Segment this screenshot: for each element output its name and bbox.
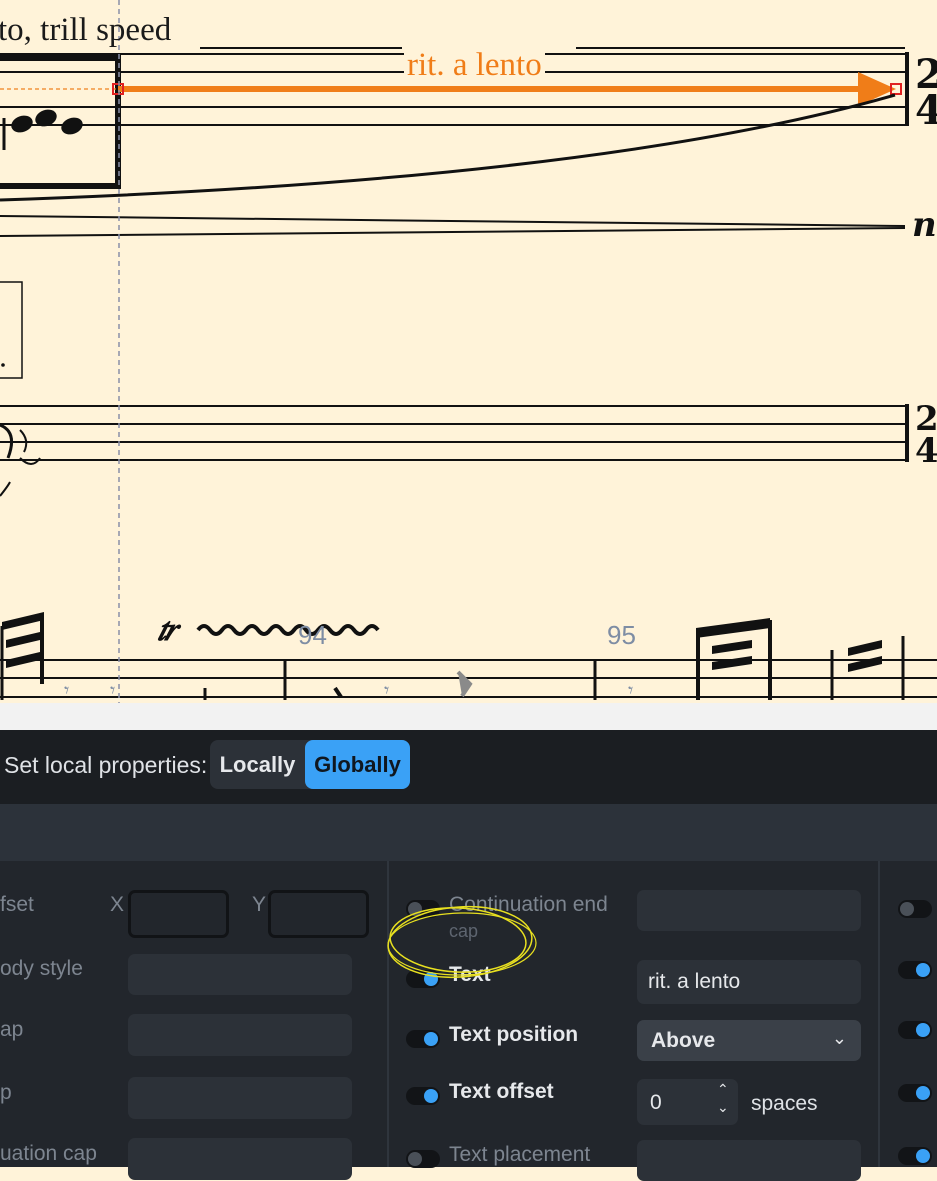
bar-number-94: 94 xyxy=(298,620,327,650)
group-header-bar xyxy=(0,804,937,861)
text-offset-value: 0 xyxy=(650,1091,662,1114)
cap-label: ap xyxy=(0,1018,24,1041)
scope-toggle: Locally Globally xyxy=(210,740,410,789)
start-cap-select[interactable] xyxy=(128,1014,352,1056)
text-input[interactable]: rit. a lento xyxy=(637,960,861,1004)
text-position-label: Text position xyxy=(449,1023,579,1046)
right-column-toggle-2[interactable] xyxy=(898,961,932,979)
text-toggle[interactable] xyxy=(406,970,440,988)
globally-button[interactable]: Globally xyxy=(305,740,410,789)
svg-text:4: 4 xyxy=(915,431,937,471)
svg-text:4: 4 xyxy=(915,87,937,134)
set-local-properties-label: Set local properties: xyxy=(4,752,208,778)
right-column-toggle-1[interactable] xyxy=(898,900,932,918)
text-placement-select[interactable] xyxy=(637,1140,861,1181)
tempo-text[interactable]: to, trill speed xyxy=(0,12,171,49)
right-column-toggle-5[interactable] xyxy=(898,1147,932,1165)
end-cap-label: p xyxy=(0,1081,12,1104)
rit-line-text[interactable]: rit. a lento xyxy=(404,46,545,84)
svg-text:𝆖: 𝆖 xyxy=(157,609,182,649)
text-placement-toggle[interactable] xyxy=(406,1150,440,1168)
end-cap-select[interactable] xyxy=(128,1077,352,1119)
right-column-toggle-3[interactable] xyxy=(898,1021,932,1039)
svg-text:n: n xyxy=(912,205,937,245)
text-position-value: Above xyxy=(651,1029,716,1052)
stepper-down-icon[interactable]: ⌄ xyxy=(717,1099,729,1116)
panel-gap xyxy=(0,703,937,730)
column-divider xyxy=(387,861,389,1167)
right-column-toggle-4[interactable] xyxy=(898,1084,932,1102)
text-position-toggle[interactable] xyxy=(406,1030,440,1048)
continuation-end-cap-select[interactable] xyxy=(637,890,861,931)
text-placement-label: Text placement xyxy=(449,1143,591,1166)
continuation-end-label-wrap: cap xyxy=(449,921,479,941)
properties-panel: Set local properties: Locally Globally f… xyxy=(0,730,937,1181)
locally-button[interactable]: Locally xyxy=(210,740,305,789)
score-notation: 2 4 n 2 4 𝄾 𝄾 𝄾 𝄾 𝆖 xyxy=(0,0,937,703)
svg-text:𝄾: 𝄾 xyxy=(110,678,115,702)
text-offset-input[interactable]: 0 ⌃ ⌄ xyxy=(637,1079,738,1125)
score-canvas[interactable]: 2 4 n 2 4 𝄾 𝄾 𝄾 𝄾 𝆖 to, trill speed rit.… xyxy=(0,0,937,703)
stepper-up-icon[interactable]: ⌃ xyxy=(717,1081,729,1098)
svg-text:𝄾: 𝄾 xyxy=(64,678,69,702)
text-position-select[interactable]: Above ⌄ xyxy=(637,1020,861,1061)
text-label: Text xyxy=(449,963,491,986)
offset-x-label: X xyxy=(110,893,125,916)
continuation-end-label: Continuation end xyxy=(449,893,608,916)
body-style-select[interactable] xyxy=(128,954,352,995)
continuation-cap-select[interactable] xyxy=(128,1138,352,1180)
svg-text:𝄾: 𝄾 xyxy=(628,678,633,702)
text-offset-toggle[interactable] xyxy=(406,1087,440,1105)
text-offset-units: spaces xyxy=(751,1092,818,1115)
column-divider xyxy=(878,861,880,1167)
text-offset-label: Text offset xyxy=(449,1080,554,1103)
body-style-label: ody style xyxy=(0,957,83,980)
bar-number-95: 95 xyxy=(607,620,636,650)
text-input-value: rit. a lento xyxy=(648,970,741,993)
chevron-down-icon: ⌄ xyxy=(831,1028,847,1048)
offset-y-label: Y xyxy=(252,893,267,916)
continuation-cap-label: uation cap xyxy=(0,1142,97,1165)
continuation-end-cap-toggle[interactable] xyxy=(406,900,440,918)
offset-x-input[interactable] xyxy=(128,890,229,938)
text-offset-stepper[interactable]: ⌃ ⌄ xyxy=(712,1079,738,1125)
properties-toolbar: Set local properties: Locally Globally xyxy=(0,730,937,804)
offset-y-input[interactable] xyxy=(268,890,369,938)
properties-grid: fset X Y ody style ap p uation cap Conti… xyxy=(0,861,937,1181)
offset-label: fset xyxy=(0,893,34,916)
svg-text:𝄾: 𝄾 xyxy=(384,678,389,702)
